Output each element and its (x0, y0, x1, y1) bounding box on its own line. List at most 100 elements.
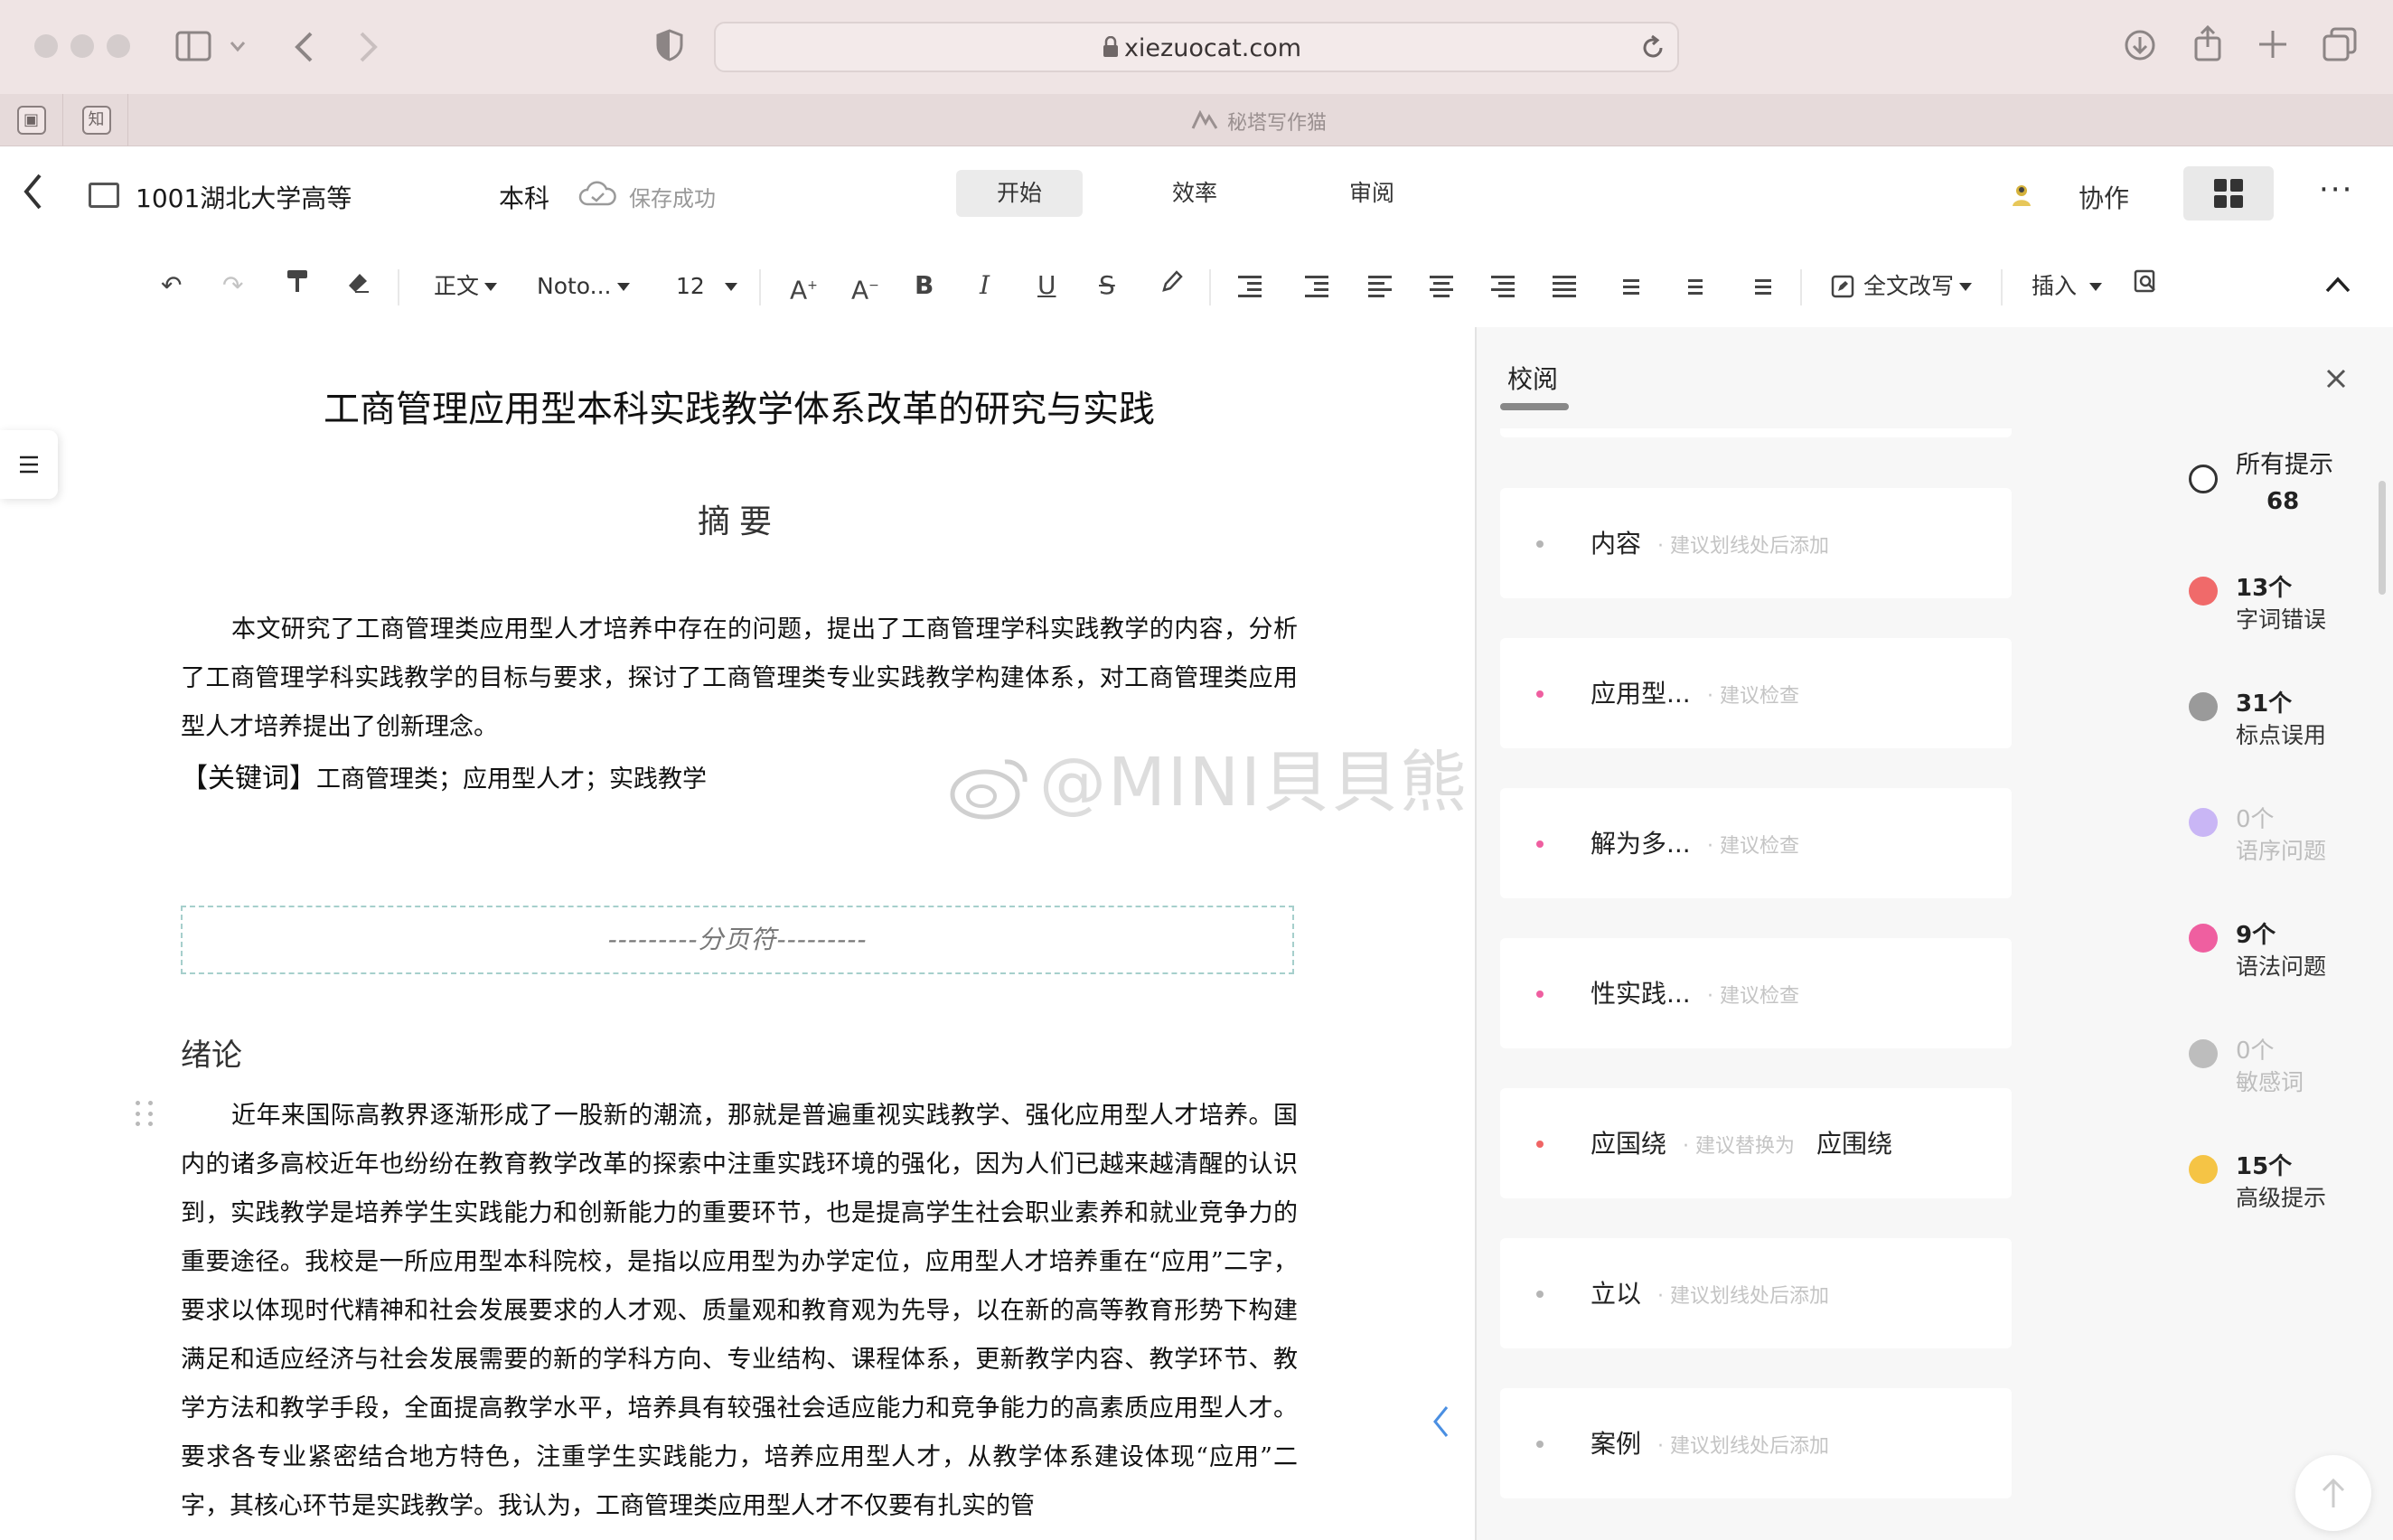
keywords-line[interactable]: 【关键词】工商管理类；应用型人才；实践教学 (181, 756, 707, 795)
zoom-window-button[interactable] (107, 34, 130, 58)
minimize-window-button[interactable] (70, 34, 94, 58)
severity-dot (1536, 540, 1544, 548)
eraser-icon[interactable] (347, 264, 371, 307)
suggestion-hint: · 建议划线处后添加 (1657, 535, 1829, 558)
toolbar-divider (1800, 269, 1802, 305)
font-family-select[interactable]: Noto... (537, 264, 630, 307)
app-header: 1001湖北大学高等 本科 保存成功 开始 效率 审阅 协作 ··· (0, 146, 2393, 244)
back-arrow-icon[interactable] (293, 31, 314, 63)
align-right-icon[interactable] (1491, 264, 1515, 307)
pinned-tab-2[interactable]: 知 (65, 94, 128, 146)
highlight-pen-icon[interactable] (1160, 264, 1184, 307)
share-icon[interactable] (2192, 25, 2223, 61)
rewrite-all-button[interactable]: 全文改写 (1831, 264, 1973, 307)
indent-increase-icon[interactable] (1238, 264, 1262, 307)
font-shrink-icon[interactable]: A− (851, 264, 879, 307)
align-justify-icon[interactable] (1553, 264, 1576, 307)
suggestion-hint: · 建议划线处后添加 (1657, 1285, 1829, 1308)
new-tab-icon[interactable] (2257, 29, 2288, 60)
review-panel: 校阅 内容 · 建议划线处后添加 应用型... · 建议检查 解为多... · 建议检查性… (1477, 327, 2393, 1540)
sidebar-toggle-icon[interactable] (175, 31, 211, 61)
undo-icon[interactable]: ↶ (161, 264, 182, 307)
pinned-tab-1[interactable]: ▣ (0, 94, 63, 146)
download-icon[interactable] (2124, 29, 2156, 61)
scrollbar[interactable] (2379, 481, 2386, 595)
suggestion-card[interactable]: 性实践... · 建议检查 (1500, 938, 2012, 1048)
menu-icon (20, 455, 38, 474)
review-tab[interactable]: 校阅 (1507, 360, 1558, 396)
folder-icon[interactable] (89, 183, 119, 208)
search-document-icon[interactable] (2133, 264, 2158, 307)
more-options-icon[interactable]: ··· (2319, 172, 2353, 208)
suggested-replacement[interactable]: 应围绕 (1816, 1124, 1892, 1160)
suggestion-card[interactable]: 解为多... · 建议检查 (1500, 788, 2012, 898)
chevron-down-icon[interactable] (230, 40, 246, 52)
flagged-text: 应用型... (1591, 679, 1691, 709)
suggestion-card[interactable]: 立以 · 建议划线处后添加 (1500, 1238, 2012, 1348)
section-heading[interactable]: 绪论 (181, 1030, 242, 1075)
category-label: 敏感词 (2236, 1069, 2304, 1095)
suggestion-card[interactable]: 内容 · 建议划线处后添加 (1500, 488, 2012, 598)
scroll-to-top-button[interactable] (2295, 1455, 2371, 1531)
line-spacing-icon[interactable] (1616, 264, 1639, 307)
suggestion-hint: · 建议检查 (1707, 985, 1799, 1008)
tab-review[interactable]: 审阅 (1309, 170, 1435, 217)
chevron-left-icon (23, 174, 42, 210)
suggestion-card[interactable]: 应用型... · 建议检查 (1500, 638, 2012, 748)
collaborate-button[interactable]: 协作 (2079, 179, 2129, 215)
bold-icon[interactable]: B (915, 264, 934, 307)
close-window-button[interactable] (34, 34, 58, 58)
italic-icon[interactable]: I (980, 264, 990, 307)
tab-overview-icon[interactable] (2323, 27, 2357, 61)
indent-decrease-icon[interactable] (1305, 264, 1328, 307)
active-tab-title[interactable]: 秘塔写作猫 (1227, 107, 1327, 136)
numbered-list-icon[interactable] (1679, 264, 1703, 307)
align-left-icon[interactable] (1368, 264, 1392, 307)
font-family-value: Noto... (537, 273, 612, 299)
outline-toggle-button[interactable] (0, 430, 58, 499)
keywords-text: 工商管理类；应用型人才；实践教学 (316, 765, 707, 793)
collapse-toolbar-icon[interactable] (2324, 264, 2351, 307)
insert-menu-button[interactable]: 插入 (2032, 264, 2103, 307)
pinned-tab-icon: ▣ (16, 106, 46, 135)
collapse-panel-icon[interactable] (1431, 1403, 1450, 1449)
category-count: 0个 (2236, 806, 2275, 833)
font-size-select[interactable]: 12 (676, 264, 737, 307)
font-grow-icon[interactable]: A+ (790, 264, 818, 307)
flagged-text: 内容 (1591, 529, 1642, 559)
doc-title-suffix[interactable]: 本科 (499, 179, 549, 215)
tab-efficiency[interactable]: 效率 (1131, 170, 1258, 217)
flagged-text: 解为多... (1591, 829, 1691, 859)
align-center-icon[interactable] (1430, 264, 1453, 307)
back-button[interactable] (22, 172, 43, 221)
underline-icon[interactable]: U (1037, 264, 1056, 307)
abstract-title[interactable]: 摘要 (181, 495, 1298, 542)
page-break[interactable]: ---------分页符--------- (181, 906, 1294, 974)
radio-icon (2189, 465, 2218, 493)
reload-icon[interactable] (1639, 34, 1666, 61)
format-painter-icon[interactable] (286, 264, 309, 307)
category-count: 31个 (2236, 690, 2293, 718)
drag-handle-icon[interactable] (136, 1101, 155, 1128)
privacy-shield-icon[interactable] (656, 29, 683, 61)
doc-title[interactable]: 1001湖北大学高等 (136, 179, 352, 215)
tab-start[interactable]: 开始 (956, 170, 1083, 217)
body-paragraph[interactable]: 近年来国际高教界逐渐形成了一股新的潮流，那就是普遍重视实践教学、强化应用型人才培… (181, 1092, 1298, 1531)
address-bar[interactable]: xiezuocat.com (714, 22, 1679, 72)
strikethrough-icon[interactable]: S (1099, 264, 1115, 307)
suggestion-card[interactable]: 案例 · 建议划线处后添加 (1500, 1388, 2012, 1498)
document-canvas[interactable]: 工商管理应用型本科实践教学体系改革的研究与实践 摘要 本文研究了工商管理类应用型… (0, 327, 1475, 1540)
apps-grid-button[interactable] (2183, 166, 2274, 221)
paragraph-style-select[interactable]: 正文 (434, 264, 498, 307)
suggestion-card[interactable]: 应国绕 · 建议替换为 应围绕 (1500, 1088, 2012, 1198)
user-avatar-icon[interactable] (2008, 181, 2035, 208)
xiezuocat-logo-icon (1191, 110, 1218, 129)
document-title[interactable]: 工商管理应用型本科实践教学体系改革的研究与实践 (181, 380, 1298, 432)
close-icon[interactable] (2324, 363, 2348, 398)
pinned-tab-icon: 知 (81, 106, 111, 135)
redo-icon[interactable]: ↷ (222, 264, 243, 307)
category-label: 68 (2266, 488, 2300, 515)
keywords-label: 【关键词】 (181, 763, 316, 794)
bullet-list-icon[interactable] (1748, 264, 1771, 307)
forward-arrow-icon[interactable] (358, 31, 380, 63)
